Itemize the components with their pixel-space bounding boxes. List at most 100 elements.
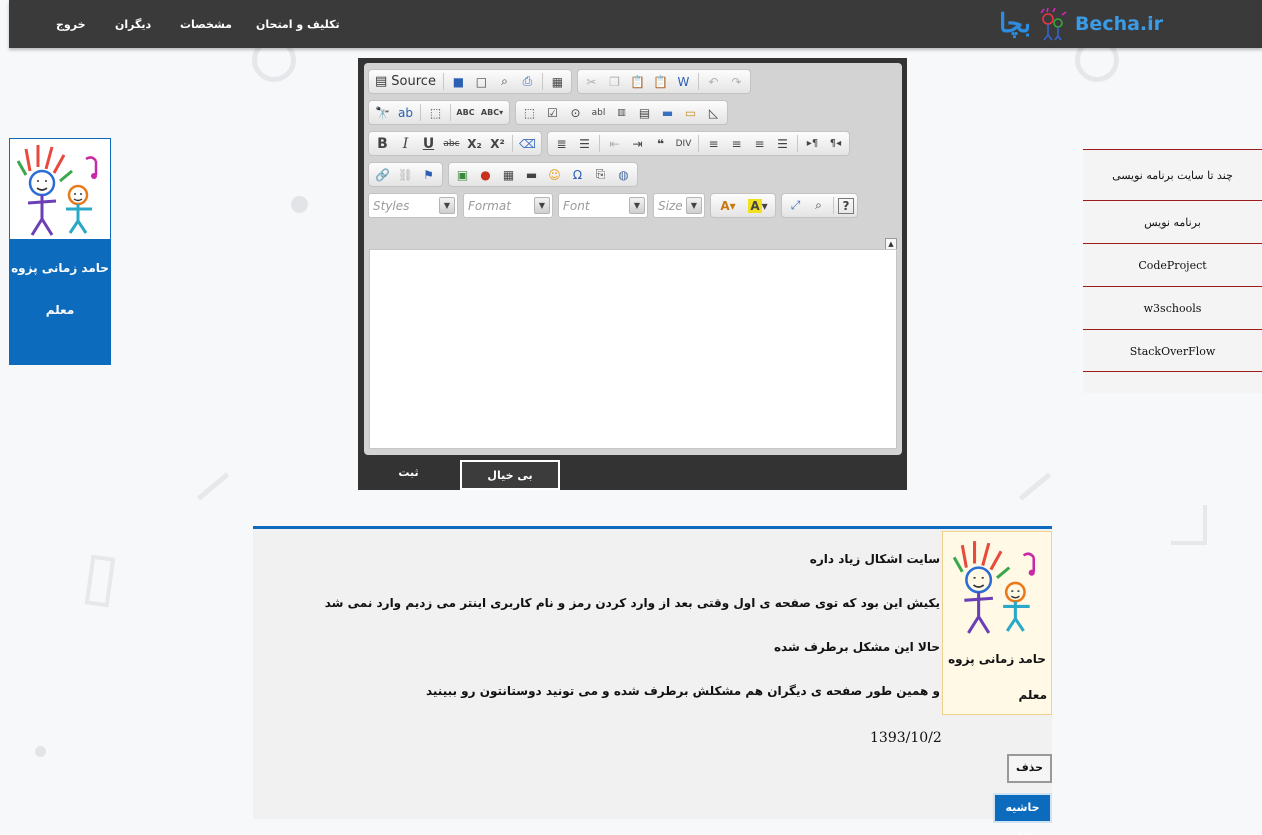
comment-card: حامد زمانی پزوه معلم سایت اشکال زیاد دار… <box>253 526 1052 835</box>
link-stackoverflow[interactable]: StackOverFlow <box>1083 329 1262 372</box>
undo-icon[interactable]: ↶ <box>703 72 724 91</box>
paste-text-icon[interactable]: 📋 <box>650 72 671 91</box>
new-page-icon[interactable]: □ <box>471 72 492 91</box>
image-icon[interactable]: ▣ <box>452 165 473 184</box>
font-combo[interactable]: Font ▼ <box>558 193 648 218</box>
paste-word-icon[interactable]: W <box>673 72 694 91</box>
link-codeproject[interactable]: CodeProject <box>1083 243 1262 286</box>
increase-indent-icon[interactable]: ⇥ <box>627 134 648 153</box>
editor-content-area[interactable] <box>369 249 897 449</box>
cut-icon[interactable]: ✂ <box>581 72 602 91</box>
decrease-indent-icon[interactable]: ⇤ <box>604 134 625 153</box>
editor-chrome: ▤ Source ■ □ ⌕ ⎙ ▦ ✂ ❐ 📋 📋 W ↶ ↷ 🔭 ab ⬚ … <box>364 63 902 455</box>
select-all-icon[interactable]: ⬚ <box>425 103 446 122</box>
bg-line <box>1018 472 1052 501</box>
bulleted-list-icon[interactable]: ☰ <box>574 134 595 153</box>
show-blocks-icon[interactable]: ⌕ <box>808 196 829 215</box>
text-color-icon[interactable]: A ▾ <box>714 196 742 215</box>
checkbox-icon[interactable]: ☑ <box>542 103 563 122</box>
hidden-field-icon[interactable]: ◺ <box>703 103 724 122</box>
align-left-icon[interactable]: ≡ <box>703 134 724 153</box>
templates-icon[interactable]: ▦ <box>547 72 568 91</box>
preview-icon[interactable]: ⌕ <box>494 72 515 91</box>
nav-profile[interactable]: مشخصات <box>180 0 232 48</box>
align-right-icon[interactable]: ≡ <box>749 134 770 153</box>
help-icon[interactable]: ? <box>838 197 854 214</box>
comment-line: و همین طور صفحه ی دیگران هم مشکلش برطرف … <box>425 684 940 698</box>
maximize-icon[interactable]: ⤢ <box>785 196 806 215</box>
rtl-icon[interactable]: ¶◂ <box>825 134 846 153</box>
table-icon[interactable]: ▦ <box>498 165 519 184</box>
profile-name: حامد زمانی پزوه <box>11 261 109 275</box>
select-field-icon[interactable]: ▤ <box>634 103 655 122</box>
print-icon[interactable]: ⎙ <box>517 72 538 91</box>
superscript-icon[interactable]: X² <box>487 134 508 153</box>
iframe-icon[interactable]: ◍ <box>613 165 634 184</box>
size-combo[interactable]: Size ▼ <box>653 193 705 218</box>
copy-icon[interactable]: ❐ <box>604 72 625 91</box>
comment-line: سایت اشکال زیاد داره <box>809 552 940 566</box>
profile-role: معلم <box>45 303 75 317</box>
image-button-icon[interactable]: ▭ <box>680 103 701 122</box>
nav-homework-exam[interactable]: تکلیف و امتحان <box>256 0 340 48</box>
flash-icon[interactable]: ● <box>475 165 496 184</box>
form-icon[interactable]: ⬚ <box>519 103 540 122</box>
profile-card[interactable]: حامد زمانی پزوه معلم <box>9 138 111 365</box>
reply-button[interactable]: حاشیه بزن <box>993 793 1052 835</box>
source-button[interactable]: ▤ Source <box>372 72 439 91</box>
replace-icon[interactable]: ab <box>395 103 416 122</box>
smiley-icon[interactable]: ☺ <box>544 165 565 184</box>
textfield-icon[interactable]: abl <box>588 103 609 122</box>
page-break-icon[interactable]: ⎘ <box>590 165 611 184</box>
div-container-icon[interactable]: DIV <box>673 134 694 153</box>
comment-author[interactable]: حامد زمانی پزوه معلم <box>942 531 1052 715</box>
remove-format-icon[interactable]: ⌫ <box>517 134 538 153</box>
toolbar-row-5: Styles ▼ Format ▼ Font ▼ Size ▼ A ▾ A ▾ ⤢ ⌕ ? <box>368 193 858 218</box>
link-programmer[interactable]: برنامه نویس <box>1083 200 1262 243</box>
delete-button[interactable]: حذف <box>1007 754 1052 783</box>
save-icon[interactable]: ■ <box>448 72 469 91</box>
find-icon[interactable]: 🔭 <box>372 103 393 122</box>
comment-line: یکیش این بود که توی صفحه ی اول وقتی بعد … <box>324 596 940 610</box>
link-programming-sites[interactable]: چند تا سایت برنامه نویسی <box>1083 149 1262 200</box>
logo-kids-icon <box>1040 7 1067 41</box>
styles-combo[interactable]: Styles ▼ <box>368 193 458 218</box>
bg-square <box>84 554 116 608</box>
button-field-icon[interactable]: ▬ <box>657 103 678 122</box>
justify-icon[interactable]: ☰ <box>772 134 793 153</box>
source-icon: ▤ <box>375 74 388 89</box>
strikethrough-icon[interactable]: abc <box>441 134 462 153</box>
bg-color-icon[interactable]: A ▾ <box>744 196 772 215</box>
horizontal-rule-icon[interactable]: ▬ <box>521 165 542 184</box>
spellcheck-icon[interactable]: ABC <box>455 103 476 122</box>
subscript-icon[interactable]: X₂ <box>464 134 485 153</box>
italic-icon[interactable]: I <box>395 134 416 153</box>
underline-icon[interactable]: U <box>418 134 439 153</box>
blockquote-icon[interactable]: ❝ <box>650 134 671 153</box>
radio-icon[interactable]: ⊙ <box>565 103 586 122</box>
textarea-icon[interactable]: ▥ <box>611 103 632 122</box>
nav-logout[interactable]: خروج <box>56 0 86 48</box>
comment-author-role: معلم <box>1018 688 1047 702</box>
chevron-down-icon: ▼ <box>439 197 455 214</box>
bold-icon[interactable]: B <box>372 134 393 153</box>
link-icon[interactable]: 🔗 <box>372 165 393 184</box>
kids-drawing-icon <box>16 145 98 236</box>
submit-button[interactable]: ثبت <box>361 459 456 489</box>
special-char-icon[interactable]: Ω <box>567 165 588 184</box>
kids-drawing-icon <box>952 541 1036 634</box>
numbered-list-icon[interactable]: ≣ <box>551 134 572 153</box>
site-logo[interactable]: بچا Becha.ir <box>999 6 1163 42</box>
nav-others[interactable]: دیگران <box>115 0 151 48</box>
rich-text-editor: ▤ Source ■ □ ⌕ ⎙ ▦ ✂ ❐ 📋 📋 W ↶ ↷ 🔭 ab ⬚ … <box>358 58 907 490</box>
anchor-flag-icon[interactable]: ⚑ <box>418 165 439 184</box>
unlink-icon[interactable]: ⛓ <box>395 165 416 184</box>
paste-icon[interactable]: 📋 <box>627 72 648 91</box>
link-w3schools[interactable]: w3schools <box>1083 286 1262 329</box>
align-center-icon[interactable]: ≡ <box>726 134 747 153</box>
ltr-icon[interactable]: ▸¶ <box>802 134 823 153</box>
format-combo[interactable]: Format ▼ <box>463 193 553 218</box>
cancel-button[interactable]: بی خیال <box>460 460 560 490</box>
spellcheck-dropdown-icon[interactable]: ABC ▾ <box>478 103 506 122</box>
redo-icon[interactable]: ↷ <box>726 72 747 91</box>
